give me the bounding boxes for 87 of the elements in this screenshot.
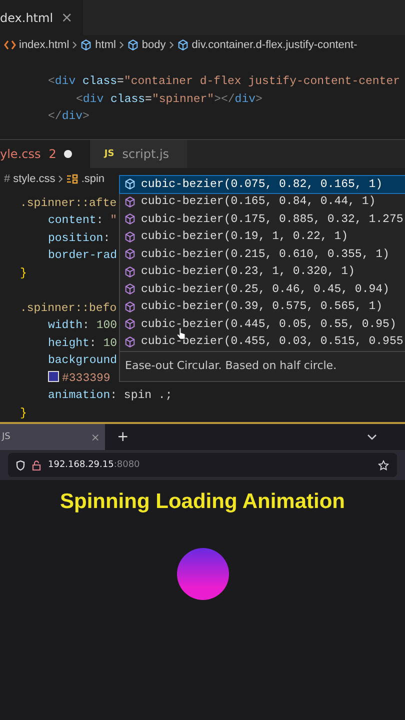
- code-token: <: [48, 75, 55, 88]
- suggestion-item[interactable]: cubic-bezier(0.075, 0.82, 0.165, 1): [120, 176, 405, 193]
- hash-icon: #: [4, 172, 10, 184]
- code-token: "container d-flex justify-content-center: [124, 75, 400, 88]
- suggestion-item[interactable]: cubic-bezier(0.445, 0.05, 0.55, 0.95): [120, 316, 405, 333]
- code-token: animation: [48, 389, 110, 402]
- code-token: </: [48, 110, 62, 123]
- code-token: content: [48, 214, 96, 227]
- chevron-right-icon: [118, 41, 124, 49]
- breadcrumb[interactable]: div.container.d-flex.justify-content-: [176, 39, 358, 51]
- code-token: :: [103, 232, 110, 244]
- suggestion-item[interactable]: cubic-bezier(0.455, 0.03, 0.515, 0.955: [120, 333, 405, 350]
- suggestion-item[interactable]: cubic-bezier(0.39, 0.575, 0.565, 1): [120, 298, 405, 316]
- cube-icon: [124, 196, 136, 208]
- code-token: width: [48, 319, 83, 332]
- cube-icon: [124, 178, 136, 190]
- suggestion-item[interactable]: cubic-bezier(0.25, 0.46, 0.45, 0.94): [120, 280, 405, 298]
- color-swatch[interactable]: [48, 370, 59, 382]
- cube-icon: [124, 266, 136, 278]
- address-bar[interactable]: 192.168.29.15:8080: [8, 453, 397, 477]
- breadcrumb[interactable]: body: [126, 39, 166, 51]
- editor-tab[interactable]: yle.css 2: [0, 140, 90, 168]
- code-token: div: [234, 92, 256, 106]
- code-token: :: [96, 214, 104, 227]
- selector-icon: [66, 172, 78, 184]
- cube-icon: [80, 39, 92, 51]
- code-token: div: [62, 110, 83, 123]
- code-token: position: [48, 232, 104, 244]
- code-token: height: [48, 336, 90, 350]
- page-heading: Spinning Loading Animation: [60, 490, 346, 514]
- code-token: : spin .;: [110, 389, 172, 402]
- code-token: }: [20, 406, 27, 420]
- browser-tab[interactable]: JS ×: [0, 424, 105, 450]
- cube-icon: [124, 318, 136, 330]
- suggestion-detail: Ease-out Circular. Based on half circle.: [120, 350, 405, 380]
- chevron-right-icon: [168, 41, 174, 49]
- cube-icon: [124, 300, 136, 313]
- code-token: div: [54, 75, 76, 88]
- cube-icon: [124, 248, 136, 260]
- suggestion-item[interactable]: cubic-bezier(0.215, 0.610, 0.355, 1): [120, 246, 405, 263]
- new-tab-button[interactable]: +: [105, 424, 141, 450]
- breadcrumb[interactable]: .spin: [66, 172, 105, 184]
- suggestion-item[interactable]: cubic-bezier(0.165, 0.84, 0.44, 1): [120, 193, 405, 210]
- code-token: ></: [214, 92, 235, 106]
- code-token: =: [145, 92, 152, 106]
- code-token: =: [117, 75, 124, 88]
- code-token: >: [82, 110, 90, 123]
- cube-icon: [176, 39, 189, 51]
- suggestion-item[interactable]: cubic-bezier(0.175, 0.885, 0.32, 1.275: [120, 210, 405, 228]
- code-token: class: [110, 92, 146, 106]
- cube-icon: [124, 336, 136, 348]
- chevron-right-icon: [72, 41, 78, 49]
- cube-icon: [124, 283, 136, 296]
- code-token: <: [76, 92, 83, 106]
- cube-icon: [124, 213, 136, 226]
- code-token: :: [82, 319, 90, 332]
- code-token: .spinner::afte: [20, 196, 117, 210]
- code-token: }: [20, 266, 27, 280]
- editor-tab[interactable]: dex.html ×: [0, 0, 83, 35]
- cube-icon: [126, 39, 139, 51]
- chevron-down-icon[interactable]: [367, 434, 377, 440]
- url-text: 192.168.29.15:8080: [48, 460, 140, 470]
- shield-icon: [16, 460, 25, 470]
- code-token: :: [89, 336, 98, 350]
- cube-icon: [124, 230, 136, 243]
- breadcrumb[interactable]: index.html: [4, 39, 70, 51]
- breadcrumb[interactable]: html: [80, 39, 116, 51]
- code-token: 10: [103, 336, 118, 350]
- code-token: .spinner::befo: [20, 302, 117, 314]
- suggestion-item[interactable]: cubic-bezier(0.23, 1, 0.320, 1): [120, 263, 405, 280]
- code-token: ": [110, 214, 118, 227]
- code-token: border-rad: [48, 249, 118, 262]
- code-brackets-icon: [4, 40, 16, 50]
- code-token: #333399: [62, 372, 110, 384]
- code-token: div: [82, 92, 104, 106]
- breadcrumb[interactable]: # style.css: [4, 172, 56, 184]
- code-token: 100: [96, 319, 118, 332]
- lock-icon: [32, 460, 41, 470]
- code-token: >: [256, 92, 262, 106]
- chevron-right-icon: [58, 174, 64, 182]
- spinner-circle: [176, 548, 228, 600]
- code-token: "spinner": [152, 92, 214, 106]
- editor-tab[interactable]: JS script.js: [90, 140, 188, 168]
- code-token: background: [48, 354, 118, 367]
- suggestion-item[interactable]: cubic-bezier(0.19, 1, 0.22, 1): [120, 228, 405, 246]
- code-token: class: [82, 75, 118, 88]
- star-icon[interactable]: [378, 460, 389, 470]
